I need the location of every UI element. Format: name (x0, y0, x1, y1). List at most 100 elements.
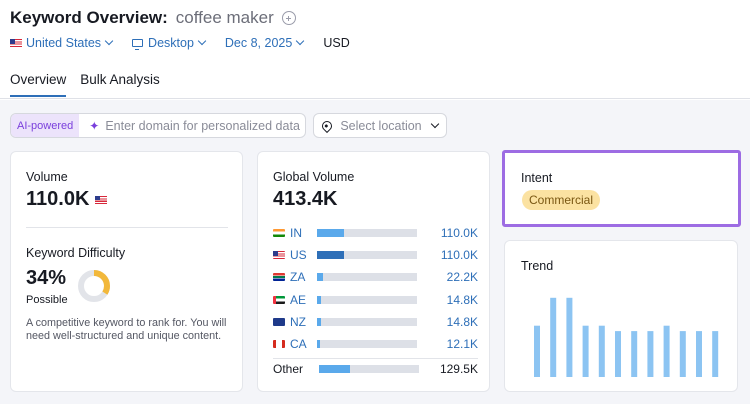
country-row-za[interactable]: ZA 22.2K (273, 266, 478, 288)
location-select[interactable]: Select location (313, 113, 448, 138)
country-row-nz[interactable]: NZ 14.8K (273, 311, 478, 333)
trend-bar[interactable] (647, 331, 654, 377)
trend-bar[interactable] (534, 325, 540, 377)
country-code: IN (290, 226, 302, 241)
keyword-title: coffee maker (175, 8, 274, 27)
kd-value: 34% (26, 267, 67, 289)
country-code: CA (290, 337, 307, 352)
kd-level: Possible (26, 294, 68, 306)
country-bar-fill (317, 229, 344, 238)
trend-bar[interactable] (696, 331, 702, 377)
title-row: Keyword Overview: coffee maker (10, 8, 296, 28)
trend-bar[interactable] (582, 325, 589, 377)
device-selector[interactable]: Desktop (132, 36, 207, 50)
country-row-in[interactable]: IN 110.0K (273, 222, 478, 244)
canada-flag-icon (273, 340, 285, 349)
country-code: AE (290, 292, 307, 307)
other-bar (319, 365, 419, 373)
country-bar-fill (317, 295, 321, 304)
date-selector[interactable]: Dec 8, 2025 (224, 36, 305, 50)
page-title: Keyword Overview: (10, 8, 168, 27)
sparkle-icon: ✦ (89, 118, 100, 133)
country-code: ZA (290, 270, 306, 285)
india-flag-icon (273, 229, 285, 238)
intent-card: Intent Commercial (502, 150, 741, 227)
country-bar (317, 317, 417, 326)
country-row-ca[interactable]: CA 12.1K (273, 333, 478, 355)
global-volume-label: Global Volume (273, 170, 355, 184)
header-area: Keyword Overview: coffee maker United St… (0, 0, 750, 100)
volume-value-row: 110.0K (26, 188, 111, 211)
desktop-icon (132, 39, 144, 50)
country-volume: 14.8K (446, 292, 478, 307)
trend-chart (534, 297, 719, 377)
trend-bar[interactable] (712, 331, 719, 377)
country-volume: 14.8K (446, 314, 478, 329)
trend-bar[interactable] (615, 331, 621, 377)
ai-domain-box: AI-powered ✦ (10, 113, 307, 138)
country-volume: 110.0K (440, 226, 478, 241)
trend-bar[interactable] (631, 331, 638, 377)
global-volume-card: Global Volume 413.4K IN 110.0K US 110.0K… (257, 151, 490, 392)
device-label: Desktop (148, 36, 194, 50)
tab-bulk-analysis[interactable]: Bulk Analysis (80, 72, 160, 97)
domain-input[interactable] (105, 118, 306, 133)
other-label: Other (273, 362, 304, 376)
global-volume-value: 413.4K (273, 188, 338, 210)
trend-bar[interactable] (566, 297, 573, 377)
country-volume: 110.0K (440, 248, 478, 263)
trend-card: Trend (504, 240, 738, 392)
other-volume: 129.5K (439, 362, 478, 376)
currency-label: USD (323, 36, 350, 50)
other-bar-fill (319, 365, 350, 373)
trend-bar[interactable] (598, 325, 605, 377)
intent-label: Intent (521, 171, 553, 185)
country-bar (317, 251, 417, 260)
volume-card: Volume 110.0K Keyword Difficulty 34% Pos… (10, 151, 243, 392)
divider (26, 227, 228, 228)
us-flag-icon (273, 251, 285, 260)
us-flag-icon (10, 39, 22, 47)
chevron-down-icon (104, 36, 114, 46)
country-code: NZ (290, 314, 306, 329)
tab-overview[interactable]: Overview (10, 72, 67, 97)
country-bar (317, 295, 417, 304)
trend-bar[interactable] (550, 297, 557, 377)
chevron-down-icon (197, 36, 207, 46)
country-row-ae[interactable]: AE 14.8K (273, 289, 478, 311)
location-placeholder: Select location (340, 118, 422, 133)
volume-label: Volume (26, 170, 68, 184)
filter-bar: United States Desktop Dec 8, 2025 USD (10, 36, 350, 50)
country-bar (317, 340, 417, 349)
trend-bar[interactable] (679, 331, 686, 377)
tab-bar: Overview Bulk Analysis (10, 72, 174, 97)
ai-powered-badge: AI-powered (11, 114, 80, 137)
country-bar (317, 229, 417, 238)
country-label: United States (26, 36, 102, 50)
tab-divider (0, 98, 750, 99)
country-bar-fill (317, 317, 321, 326)
location-pin-icon (320, 118, 335, 133)
intent-badge: Commercial (522, 190, 601, 210)
chevron-down-icon (431, 119, 440, 129)
kd-donut-chart (78, 270, 110, 302)
kd-label: Keyword Difficulty (26, 246, 126, 260)
other-row: Other 129.5K (273, 362, 478, 376)
uae-flag-icon (273, 295, 285, 304)
divider (273, 358, 478, 359)
trend-bar[interactable] (663, 325, 670, 377)
volume-value: 110.0K (26, 188, 90, 210)
chevron-down-icon (296, 36, 305, 46)
country-bar-fill (317, 273, 323, 282)
country-row-us[interactable]: US 110.0K (273, 244, 478, 266)
country-bar-fill (317, 251, 344, 260)
add-keyword-icon[interactable] (281, 11, 296, 25)
country-volume: 12.1K (446, 337, 478, 352)
country-list: IN 110.0K US 110.0K ZA 22.2K AE 14.8K NZ… (273, 222, 478, 355)
country-bar (317, 273, 417, 282)
us-flag-icon (95, 195, 108, 204)
country-selector[interactable]: United States (10, 36, 114, 50)
date-label: Dec 8, 2025 (224, 36, 293, 50)
new-zealand-flag-icon (273, 317, 285, 326)
country-bar-fill (317, 340, 320, 349)
